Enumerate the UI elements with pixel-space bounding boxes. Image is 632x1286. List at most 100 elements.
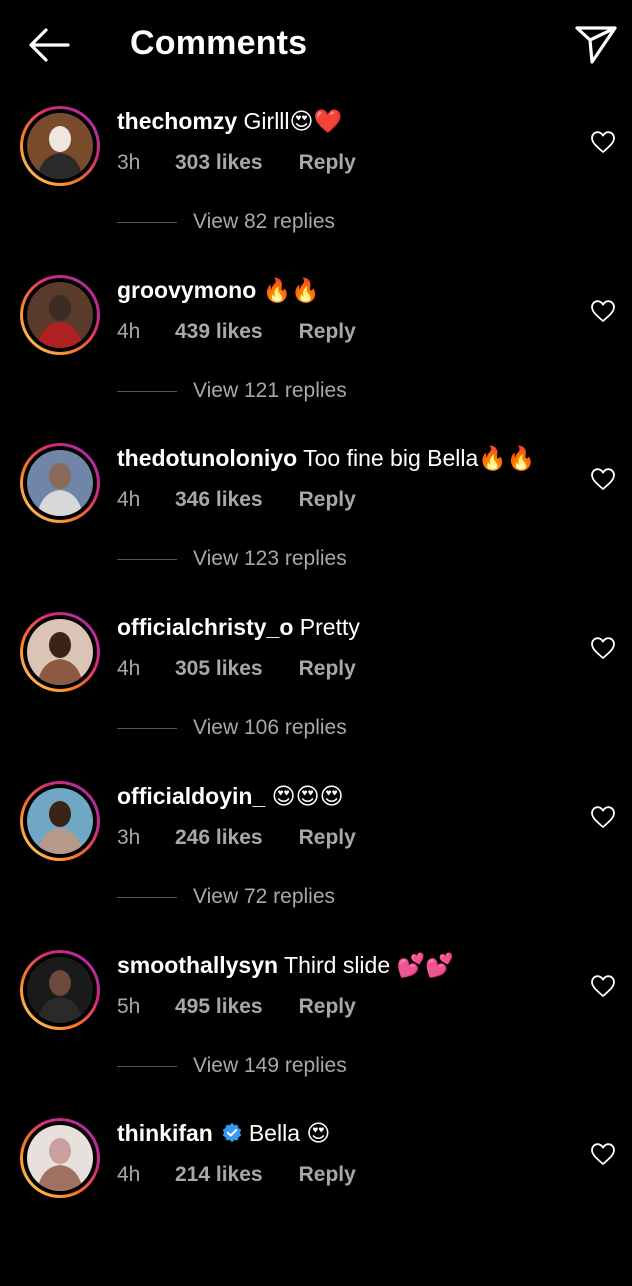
- view-replies-divider: [117, 896, 177, 898]
- heart-outline-icon[interactable]: [590, 299, 616, 323]
- avatar[interactable]: [20, 106, 100, 186]
- comment-time: 4h: [117, 488, 141, 511]
- comment-item: officialdoyin_ 😍😍😍 3h 246 likes Reply View…: [0, 781, 632, 949]
- view-replies-button[interactable]: View 106 replies: [117, 716, 347, 742]
- avatar-image: [27, 957, 93, 1023]
- avatar[interactable]: [20, 612, 100, 692]
- view-replies-divider: [117, 558, 177, 560]
- avatar[interactable]: [20, 443, 100, 523]
- comment-text: Girlll😍❤️: [237, 108, 343, 134]
- comment-username[interactable]: smoothallysyn: [117, 952, 278, 978]
- heart-outline-icon[interactable]: [590, 974, 616, 998]
- comment-likes[interactable]: 439 likes: [175, 319, 263, 345]
- avatar-photo: [27, 957, 93, 1023]
- heart-outline-icon[interactable]: [590, 805, 616, 829]
- view-replies-button[interactable]: View 149 replies: [117, 1054, 347, 1080]
- comment-likes[interactable]: 346 likes: [175, 487, 263, 513]
- view-replies-button[interactable]: View 72 replies: [117, 885, 335, 911]
- comment-item: thedotunoloniyo Too fine big Bella🔥🔥 4h 3…: [0, 443, 632, 611]
- comment-item: groovymono 🔥🔥 4h 439 likes Reply View 121 …: [0, 275, 632, 443]
- comment-text: 🔥🔥: [256, 277, 320, 303]
- comment-time: 4h: [117, 320, 141, 343]
- comment-text-line: thechomzy Girlll😍❤️: [117, 106, 342, 136]
- avatar-ring-gap: [23, 784, 97, 858]
- comment-text: Bella 😍: [248, 1120, 331, 1146]
- view-replies-divider: [117, 390, 177, 392]
- avatar-photo: [27, 619, 93, 685]
- view-replies-divider: [117, 1065, 177, 1067]
- comment-username[interactable]: officialdoyin_: [117, 783, 265, 809]
- verified-badge-icon: [222, 1123, 242, 1143]
- heart-outline-icon[interactable]: [590, 636, 616, 660]
- comment-username[interactable]: thechomzy: [117, 108, 237, 134]
- view-replies-button[interactable]: View 82 replies: [117, 210, 335, 236]
- paper-plane-icon[interactable]: [574, 24, 618, 66]
- avatar-image: [27, 788, 93, 854]
- comment-username[interactable]: thedotunoloniyo: [117, 445, 297, 471]
- comment-text-line: thedotunoloniyo Too fine big Bella🔥🔥: [117, 443, 536, 473]
- header-bar: Comments: [0, 0, 632, 92]
- avatar[interactable]: [20, 1118, 100, 1198]
- avatar-photo: [27, 788, 93, 854]
- comment-meta: 5h 495 likes Reply: [117, 994, 356, 1020]
- back-arrow-icon[interactable]: [26, 24, 72, 66]
- avatar-ring-gap: [23, 446, 97, 520]
- view-replies-label: View 72 replies: [193, 885, 336, 908]
- comment-time: 3h: [117, 151, 141, 174]
- avatar-photo: [27, 113, 93, 179]
- comment-likes[interactable]: 303 likes: [175, 150, 263, 176]
- comment-meta: 4h 305 likes Reply: [117, 656, 356, 682]
- comment-likes[interactable]: 495 likes: [175, 994, 263, 1020]
- avatar-ring-gap: [23, 1121, 97, 1195]
- comment-username[interactable]: officialchristy_o: [117, 614, 293, 640]
- view-replies-button[interactable]: View 123 replies: [117, 547, 347, 573]
- reply-button[interactable]: Reply: [299, 995, 356, 1018]
- reply-button[interactable]: Reply: [299, 151, 356, 174]
- comment-text-line: thinkifan Bella 😍: [117, 1118, 330, 1148]
- comment-text: Third slide 💕💕: [278, 952, 454, 978]
- view-replies-label: View 123 replies: [193, 547, 347, 570]
- comment-text-line: smoothallysyn Third slide 💕💕: [117, 950, 454, 980]
- avatar-image: [27, 619, 93, 685]
- avatar-photo: [27, 282, 93, 348]
- comment-item: smoothallysyn Third slide 💕💕 5h 495 likes…: [0, 950, 632, 1118]
- view-replies-button[interactable]: View 121 replies: [117, 379, 347, 405]
- heart-outline-icon[interactable]: [590, 467, 616, 491]
- heart-outline-icon[interactable]: [590, 130, 616, 154]
- avatar[interactable]: [20, 275, 100, 355]
- comment-item: thechomzy Girlll😍❤️ 3h 303 likes Reply Vie…: [0, 106, 632, 274]
- reply-button[interactable]: Reply: [299, 488, 356, 511]
- comment-username[interactable]: thinkifan: [117, 1120, 213, 1146]
- view-replies-divider: [117, 221, 177, 223]
- avatar[interactable]: [20, 950, 100, 1030]
- view-replies-label: View 121 replies: [193, 379, 347, 402]
- avatar-ring-gap: [23, 278, 97, 352]
- comment-likes[interactable]: 214 likes: [175, 1162, 263, 1188]
- comment-text-line: officialdoyin_ 😍😍😍: [117, 781, 344, 811]
- view-replies-label: View 106 replies: [193, 716, 347, 739]
- comment-likes[interactable]: 305 likes: [175, 656, 263, 682]
- reply-button[interactable]: Reply: [299, 657, 356, 680]
- comment-meta: 3h 246 likes Reply: [117, 825, 356, 851]
- heart-outline-icon[interactable]: [590, 1142, 616, 1166]
- reply-button[interactable]: Reply: [299, 320, 356, 343]
- comment-meta: 3h 303 likes Reply: [117, 150, 356, 176]
- reply-button[interactable]: Reply: [299, 1163, 356, 1186]
- view-replies-label: View 149 replies: [193, 1054, 347, 1077]
- page-title: Comments: [130, 24, 308, 62]
- avatar[interactable]: [20, 781, 100, 861]
- comment-time: 4h: [117, 657, 141, 680]
- comment-likes[interactable]: 246 likes: [175, 825, 263, 851]
- comment-time: 5h: [117, 995, 141, 1018]
- view-replies-label: View 82 replies: [193, 210, 336, 233]
- comment-text-line: officialchristy_o Pretty: [117, 612, 360, 642]
- avatar-image: [27, 1125, 93, 1191]
- comment-meta: 4h 439 likes Reply: [117, 319, 356, 345]
- comment-meta: 4h 346 likes Reply: [117, 487, 356, 513]
- comment-username[interactable]: groovymono: [117, 277, 256, 303]
- avatar-image: [27, 282, 93, 348]
- view-replies-divider: [117, 727, 177, 729]
- comment-time: 3h: [117, 826, 141, 849]
- avatar-ring-gap: [23, 109, 97, 183]
- reply-button[interactable]: Reply: [299, 826, 356, 849]
